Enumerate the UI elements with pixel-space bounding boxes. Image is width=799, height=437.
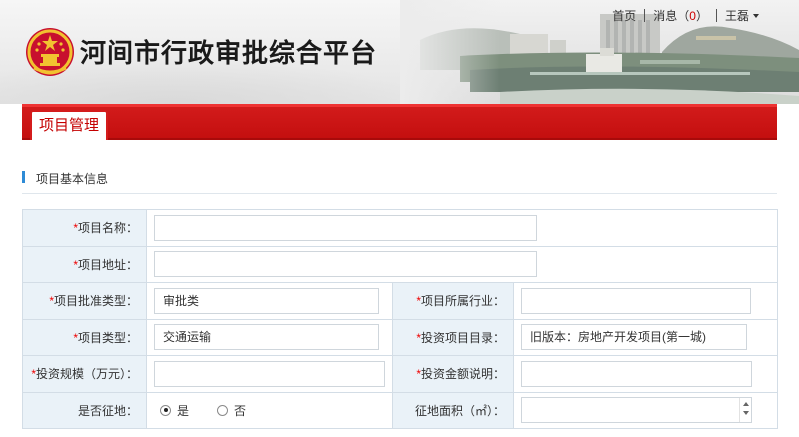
tab-label: 项目管理 <box>39 117 100 134</box>
radio-yes[interactable] <box>160 404 171 416</box>
label-text: 项目地址： <box>77 257 138 272</box>
form-value-cell: 是 否 <box>146 391 393 429</box>
invest-catalog-input[interactable]: 旧版本：房地产开发项目(第一城) <box>521 324 747 351</box>
project-name-input[interactable] <box>154 214 537 241</box>
user-name: 王磊 <box>724 8 749 23</box>
section-title: 项目基本信息 <box>36 172 109 186</box>
form-value-cell: 交通运输 <box>146 318 393 356</box>
user-menu[interactable]: 王磊 <box>725 7 759 24</box>
module-bar-highlight <box>22 104 777 107</box>
form-label: 征地面积（㎡）： <box>392 391 514 429</box>
project-address-input[interactable] <box>154 251 537 278</box>
radio-yes-label: 是 <box>177 403 190 418</box>
label-text: 征地面积（㎡）： <box>414 403 505 418</box>
radio-no[interactable] <box>217 404 229 416</box>
form-row: *项目类型： 交通运输 *投资项目目录： 旧版本：房地产开发项目(第一城) <box>22 318 778 356</box>
project-info-form: *项目名称： *项目地址： *项目批准类型： 审批类 *项目所属行业： *项目类… <box>22 209 778 429</box>
site-title: 河间市行政审批综合平台 <box>80 39 378 69</box>
tab-project-management[interactable]: 项目管理 <box>30 110 109 140</box>
form-label: *投资规模（万元）： <box>22 355 147 393</box>
label-text: 项目名称： <box>77 221 138 236</box>
nav-divider <box>644 8 646 22</box>
form-value-cell <box>146 355 393 393</box>
number-spinner[interactable] <box>739 398 751 423</box>
label-text: 投资规模（万元）： <box>35 367 138 382</box>
top-navigation: 首页 消息（0） 王磊 <box>612 7 759 23</box>
caret-down-icon <box>753 14 759 19</box>
form-label: 是否征地： <box>22 391 147 429</box>
form-value-cell <box>146 245 778 283</box>
form-label: *项目地址： <box>22 245 147 283</box>
messages-count: 0 <box>689 8 696 23</box>
form-value-cell <box>513 391 778 429</box>
home-link[interactable]: 首页 <box>612 7 636 24</box>
messages-link[interactable]: 消息（0） <box>653 7 708 24</box>
label-text: 项目所属行业： <box>420 294 505 309</box>
form-label: *项目所属行业： <box>392 282 514 320</box>
industry-input[interactable] <box>521 287 751 314</box>
form-row: *投资规模（万元）： *投资金额说明： <box>22 355 778 393</box>
label-text: 投资项目目录： <box>420 330 505 345</box>
form-row: 是否征地： 是 否 征地面积（㎡）： <box>22 391 778 429</box>
form-value-cell <box>146 209 778 247</box>
spinner-up-icon[interactable] <box>742 402 749 407</box>
form-value-cell <box>513 355 778 393</box>
form-row: *项目名称： <box>22 209 778 247</box>
module-bar <box>22 104 777 140</box>
radio-no-label: 否 <box>234 403 247 418</box>
form-value-cell: 审批类 <box>146 282 393 320</box>
invest-scale-input[interactable] <box>154 360 385 387</box>
project-type-input[interactable]: 交通运输 <box>154 324 379 351</box>
section-marker <box>22 171 25 183</box>
form-value-cell: 旧版本：房地产开发项目(第一城) <box>513 318 778 356</box>
invest-note-input[interactable] <box>521 360 752 387</box>
messages-paren-open: （ <box>677 8 690 23</box>
section-heading: 项目基本信息 <box>22 168 777 194</box>
land-acquisition-radio-group: 是 否 <box>154 402 392 419</box>
approval-type-input[interactable]: 审批类 <box>154 287 379 314</box>
form-label: *项目批准类型： <box>22 282 147 320</box>
label-text: 是否征地： <box>77 403 138 418</box>
nav-divider <box>715 8 717 22</box>
messages-label: 消息 <box>653 8 678 23</box>
spinner-down-icon[interactable] <box>742 411 749 416</box>
land-area-input[interactable] <box>521 397 752 424</box>
form-value-cell <box>513 282 778 320</box>
form-label: *投资金额说明： <box>392 355 514 393</box>
form-label: *项目名称： <box>22 209 147 247</box>
site-header: 河间市行政审批综合平台 首页 消息（0） 王磊 <box>0 0 799 104</box>
messages-paren-close: ） <box>695 8 708 23</box>
form-row: *项目地址： <box>22 245 778 283</box>
national-emblem-icon <box>26 28 74 76</box>
label-text: 项目类型： <box>77 330 138 345</box>
form-label: *项目类型： <box>22 318 147 356</box>
form-label: *投资项目目录： <box>392 318 514 356</box>
label-text: 项目批准类型： <box>53 294 138 309</box>
label-text: 投资金额说明： <box>420 367 505 382</box>
form-row: *项目批准类型： 审批类 *项目所属行业： <box>22 282 778 320</box>
